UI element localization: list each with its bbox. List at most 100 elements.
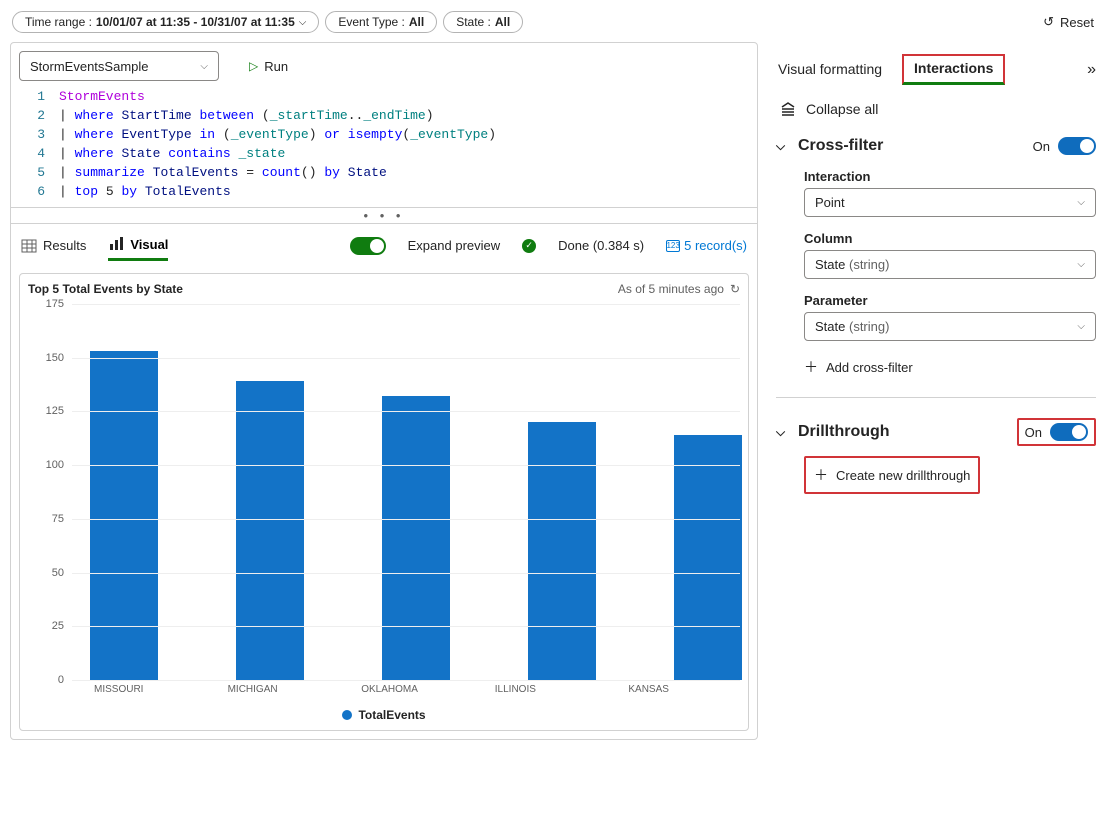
chart-bar[interactable] (674, 435, 742, 680)
event-type-label: Event Type : (338, 15, 405, 29)
chart-bar[interactable] (528, 422, 596, 680)
field-interaction-label: Interaction (804, 165, 1096, 188)
success-icon: ✓ (522, 239, 536, 253)
parameter-value: State (815, 319, 845, 334)
plus-icon: ＋ (804, 357, 818, 377)
query-pane: StormEventsSample ⌵ ▷ Run 1StormEvents 2… (10, 42, 758, 740)
drillthrough-on-label: On (1025, 425, 1042, 440)
y-tick: 0 (58, 674, 64, 686)
gridline (72, 626, 740, 627)
play-icon: ▷ (249, 59, 258, 73)
time-range-filter[interactable]: Time range : 10/01/07 at 11:35 - 10/31/0… (12, 11, 319, 33)
records-icon: 123 (666, 240, 680, 252)
chevron-down-icon[interactable]: ⌵ (776, 139, 788, 154)
run-button[interactable]: ▷ Run (239, 55, 298, 78)
parameter-type: (string) (849, 319, 889, 334)
expand-preview-label: Expand preview (408, 238, 501, 253)
add-crossfilter-label: Add cross-filter (826, 360, 913, 375)
chevron-down-icon: ⌵ (1077, 197, 1085, 208)
x-label: OKLAHOMA (339, 684, 473, 704)
gridline (72, 411, 740, 412)
chevron-down-icon: ⌵ (1077, 321, 1085, 332)
column-select[interactable]: State (string) ⌵ (804, 250, 1096, 279)
expand-preview-toggle[interactable] (350, 237, 386, 255)
x-label: ILLINOIS (473, 684, 607, 704)
database-value: StormEventsSample (30, 59, 149, 74)
tab-interactions[interactable]: Interactions (902, 54, 1005, 85)
y-tick: 25 (52, 620, 64, 632)
legend-swatch (342, 710, 352, 720)
time-range-label: Time range : (25, 15, 92, 29)
y-tick: 150 (46, 352, 64, 364)
x-label: MISSOURI (72, 684, 206, 704)
chart-icon (108, 236, 124, 252)
chevron-down-icon: ⌵ (299, 17, 307, 28)
legend-label: TotalEvents (358, 708, 425, 722)
chart-plot: 0255075100125150175 MISSOURIMICHIGANOKLA… (28, 304, 740, 704)
reset-label: Reset (1060, 15, 1094, 30)
tab-visual[interactable]: Visual (108, 230, 168, 261)
refresh-icon[interactable]: ↻ (730, 282, 740, 296)
state-value: All (495, 15, 510, 29)
create-drillthrough-button[interactable]: ＋ Create new drillthrough (812, 461, 972, 489)
y-tick: 175 (46, 298, 64, 310)
event-type-filter[interactable]: Event Type : All (325, 11, 437, 33)
record-count-label: 5 record(s) (684, 238, 747, 253)
event-type-value: All (409, 15, 424, 29)
chart-bar[interactable] (382, 396, 450, 680)
table-icon (21, 238, 37, 254)
drillthrough-toggle[interactable] (1050, 423, 1088, 441)
x-label: KANSAS (606, 684, 740, 704)
gridline (72, 680, 740, 681)
time-range-value: 10/01/07 at 11:35 - 10/31/07 at 11:35 (96, 15, 295, 29)
status-done: Done (0.384 s) (558, 238, 644, 253)
chart-card: Top 5 Total Events by State As of 5 minu… (19, 273, 749, 731)
gridline (72, 573, 740, 574)
section-crossfilter-title: Cross-filter (798, 137, 883, 155)
section-drillthrough-title: Drillthrough (798, 423, 890, 441)
tab-visual-label: Visual (130, 237, 168, 252)
interaction-select[interactable]: Point ⌵ (804, 188, 1096, 217)
gridline (72, 519, 740, 520)
create-drillthrough-label: Create new drillthrough (836, 468, 970, 483)
chevron-down-icon[interactable]: ⌵ (776, 425, 788, 440)
y-tick: 100 (46, 459, 64, 471)
crossfilter-toggle[interactable] (1058, 137, 1096, 155)
parameter-select[interactable]: State (string) ⌵ (804, 312, 1096, 341)
field-column-label: Column (804, 227, 1096, 250)
record-count[interactable]: 123 5 record(s) (666, 238, 747, 253)
gridline (72, 304, 740, 305)
chart-bar[interactable] (236, 381, 304, 680)
overflow-icon[interactable]: » (1087, 61, 1096, 79)
collapse-all-button[interactable]: Collapse all (776, 91, 1096, 127)
chart-bar[interactable] (90, 351, 158, 680)
y-tick: 125 (46, 405, 64, 417)
query-editor[interactable]: 1StormEvents 2| where StartTime between … (11, 81, 757, 207)
plus-icon: ＋ (814, 465, 828, 485)
resize-handle[interactable]: • • • (11, 207, 757, 223)
tab-results[interactable]: Results (21, 232, 86, 260)
interaction-value: Point (815, 195, 845, 210)
column-value: State (815, 257, 845, 272)
gridline (72, 465, 740, 466)
properties-pane: Visual formatting Interactions » Collaps… (758, 42, 1102, 740)
database-select[interactable]: StormEventsSample ⌵ (19, 51, 219, 81)
state-filter[interactable]: State : All (443, 11, 523, 33)
reset-button[interactable]: ↺ Reset (1037, 10, 1100, 34)
tab-results-label: Results (43, 238, 86, 253)
y-tick: 50 (52, 567, 64, 579)
y-tick: 75 (52, 513, 64, 525)
divider (776, 397, 1096, 398)
column-type: (string) (849, 257, 889, 272)
crossfilter-on-label: On (1033, 139, 1050, 154)
field-parameter-label: Parameter (804, 289, 1096, 312)
chart-title: Top 5 Total Events by State (28, 282, 183, 296)
gridline (72, 358, 740, 359)
x-label: MICHIGAN (206, 684, 340, 704)
tab-visual-formatting[interactable]: Visual formatting (776, 55, 884, 85)
chart-asof: As of 5 minutes ago (618, 282, 724, 296)
collapse-icon (780, 101, 796, 117)
chevron-down-icon: ⌵ (1077, 259, 1085, 270)
run-label: Run (264, 59, 288, 74)
add-crossfilter-button[interactable]: ＋ Add cross-filter (804, 351, 1096, 383)
